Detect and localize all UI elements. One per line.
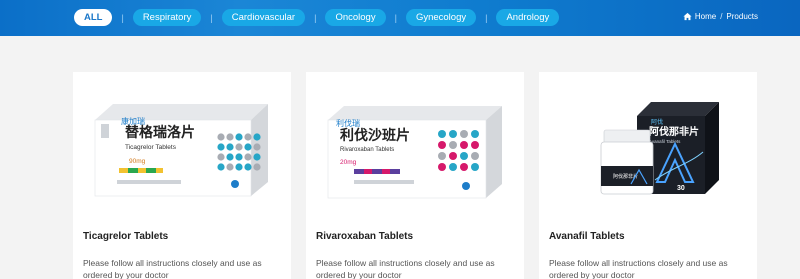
box-cn-name: 阿伐那非片 bbox=[649, 125, 699, 138]
product-title[interactable]: Avanafil Tablets bbox=[549, 231, 625, 242]
box-en-name: Rivaroxaban Tablets bbox=[340, 147, 394, 153]
breadcrumb-current: Products bbox=[726, 12, 758, 21]
product-card-ticagrelor[interactable]: 康加瑞 替格瑞洛片 Ticagrelor Tablets 90mg Ticagr… bbox=[73, 72, 291, 279]
product-card-avanafil[interactable]: 阿伐 阿伐那非片 Avanafil Tablets 30 阿伐那非片 Avana… bbox=[539, 72, 757, 279]
product-description: Please follow all instructions closely a… bbox=[549, 258, 728, 279]
product-description: Please follow all instructions closely a… bbox=[316, 258, 495, 279]
product-title[interactable]: Ticagrelor Tablets bbox=[83, 231, 168, 242]
category-cardiovascular-pill[interactable]: Cardiovascular bbox=[221, 9, 306, 26]
box-brand: 阿伐 bbox=[651, 118, 663, 126]
product-image-ticagrelor[interactable]: 康加瑞 替格瑞洛片 Ticagrelor Tablets 90mg bbox=[73, 72, 291, 222]
box-en-name: Ticagrelor Tablets bbox=[125, 144, 177, 151]
nav-separator: | bbox=[485, 12, 488, 23]
nav-separator: | bbox=[314, 12, 317, 23]
product-image-avanafil[interactable]: 阿伐 阿伐那非片 Avanafil Tablets 30 阿伐那非片 bbox=[539, 72, 757, 222]
category-gynecology-pill[interactable]: Gynecology bbox=[405, 9, 477, 26]
top-navigation-bar: ALL | Respiratory | Cardiovascular | Onc… bbox=[0, 0, 800, 36]
box-en-name: Avanafil Tablets bbox=[649, 139, 681, 144]
category-filter-nav: ALL | Respiratory | Cardiovascular | Onc… bbox=[74, 9, 560, 26]
box-dose: 20mg bbox=[340, 159, 357, 166]
home-icon bbox=[683, 12, 692, 21]
breadcrumb: Home / Products bbox=[683, 12, 758, 21]
box-dose: 90mg bbox=[129, 158, 146, 165]
category-oncology-pill[interactable]: Oncology bbox=[325, 9, 386, 26]
breadcrumb-home-link[interactable]: Home bbox=[695, 12, 716, 21]
box-dose: 30 bbox=[677, 185, 685, 192]
product-card-rivaroxaban[interactable]: 利伐瑞 利伐沙班片 Rivaroxaban Tablets 20mg Rivar… bbox=[306, 72, 524, 279]
nav-separator: | bbox=[210, 12, 213, 23]
breadcrumb-separator: / bbox=[720, 12, 723, 21]
category-respiratory-pill[interactable]: Respiratory bbox=[132, 9, 202, 26]
box-cn-name: 利伐沙班片 bbox=[340, 127, 410, 143]
nav-separator: | bbox=[121, 12, 124, 23]
product-description: Please follow all instructions closely a… bbox=[83, 258, 262, 279]
nav-separator: | bbox=[394, 12, 397, 23]
product-title[interactable]: Rivaroxaban Tablets bbox=[316, 231, 413, 242]
category-all-pill[interactable]: ALL bbox=[74, 9, 113, 26]
product-image-rivaroxaban[interactable]: 利伐瑞 利伐沙班片 Rivaroxaban Tablets 20mg bbox=[306, 72, 524, 222]
category-andrology-pill[interactable]: Andrology bbox=[496, 9, 560, 26]
box-cn-name: 替格瑞洛片 bbox=[125, 124, 195, 140]
